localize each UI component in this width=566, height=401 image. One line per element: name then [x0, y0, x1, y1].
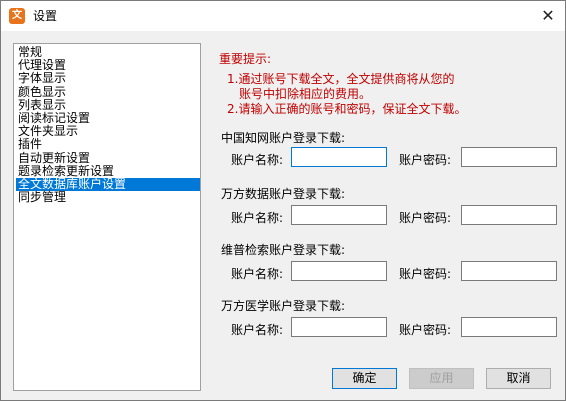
- wanfang-med-name-input[interactable]: [291, 317, 387, 337]
- settings-dialog: 文 设置 ✕ 常规 代理设置 字体显示 颜色显示 列表显示 阅读标记设置 文件夹…: [0, 0, 566, 401]
- wanfang-pwd-label: 账户密码:: [399, 211, 452, 225]
- nav-item-folder-display[interactable]: 文件夹显示: [16, 124, 200, 138]
- title-bar: 文 设置 ✕: [1, 1, 565, 31]
- tip-title: 重要提示:: [219, 52, 272, 66]
- vip-name-input[interactable]: [291, 261, 387, 281]
- wanfang-section-title: 万方数据账户登录下载:: [221, 187, 346, 201]
- cnki-pwd-label: 账户密码:: [399, 153, 452, 167]
- wanfang-med-pwd-label: 账户密码:: [399, 323, 452, 337]
- nav-item-auto-update[interactable]: 自动更新设置: [16, 151, 200, 165]
- vip-pwd-label: 账户密码:: [399, 267, 452, 281]
- nav-item-color[interactable]: 颜色显示: [16, 85, 200, 99]
- cnki-name-label: 账户名称:: [231, 153, 284, 167]
- wanfang-med-pwd-input[interactable]: [461, 317, 557, 337]
- wanfang-med-name-label: 账户名称:: [231, 323, 284, 337]
- vip-section-title: 维普检索账户登录下载:: [221, 243, 346, 257]
- nav-item-font[interactable]: 字体显示: [16, 72, 200, 85]
- ok-button[interactable]: 确定: [332, 368, 397, 389]
- cnki-section-title: 中国知网账户登录下载:: [221, 131, 346, 145]
- cnki-name-input[interactable]: [291, 147, 387, 167]
- app-icon: 文: [9, 8, 25, 24]
- close-icon[interactable]: ✕: [537, 5, 559, 27]
- vip-name-label: 账户名称:: [231, 267, 284, 281]
- apply-button[interactable]: 应用: [409, 368, 474, 389]
- account-settings-panel: 重要提示: 1.通过账号下载全文，全文提供商将从您的 账号中扣除相应的费用。 2…: [213, 43, 557, 373]
- settings-category-list[interactable]: 常规 代理设置 字体显示 颜色显示 列表显示 阅读标记设置 文件夹显示 插件 自…: [13, 43, 201, 391]
- nav-item-plugins[interactable]: 插件: [16, 138, 200, 151]
- vip-pwd-input[interactable]: [461, 261, 557, 281]
- window-title: 设置: [33, 9, 58, 23]
- wanfang-med-section-title: 万方医学账户登录下载:: [221, 299, 346, 313]
- wanfang-pwd-input[interactable]: [461, 205, 557, 225]
- tip-line-2: 2.请输入正确的账号和密码，保证全文下载。: [227, 102, 467, 116]
- nav-item-sync[interactable]: 同步管理: [16, 190, 200, 204]
- wanfang-name-label: 账户名称:: [231, 211, 284, 225]
- nav-item-list-display[interactable]: 列表显示: [16, 98, 200, 112]
- cancel-button[interactable]: 取消: [486, 368, 551, 389]
- wanfang-name-input[interactable]: [291, 205, 387, 225]
- cnki-pwd-input[interactable]: [461, 147, 557, 167]
- nav-item-record-search-update[interactable]: 题录检索更新设置: [16, 164, 200, 178]
